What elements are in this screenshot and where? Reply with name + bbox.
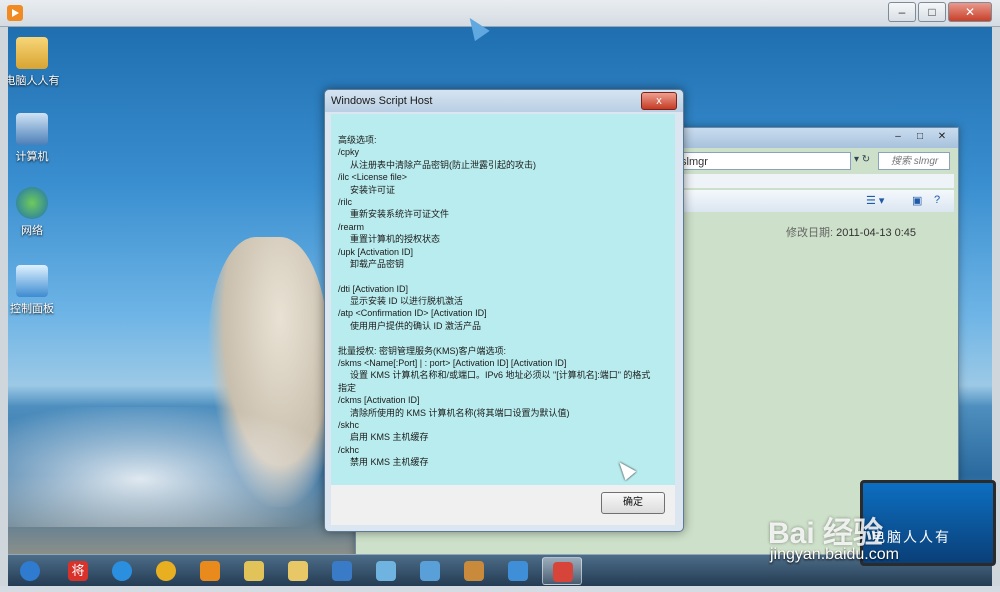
control-panel-icon [16,265,48,297]
taskbar-button[interactable] [102,557,142,585]
computer-icon [16,113,48,145]
dialog-title: Windows Script Host [325,90,683,112]
network-icon [16,187,48,219]
dialog-close-button[interactable]: x [641,92,677,110]
dialog-line: /rilc [338,196,352,207]
desktop-icon-computer[interactable]: 计算机 [8,113,62,164]
pinwheel-app-icon [376,561,396,581]
dialog-line: /skms <Name[:Port] | : port> [Activation… [338,358,567,369]
internet-explorer-icon [112,561,132,581]
file-modified-date: 修改日期: 2011-04-13 0:45 [786,224,916,240]
dialog-line: 启用 KMS 主机缓存 [350,432,429,443]
taskbar-button[interactable] [278,557,318,585]
taskbar-button[interactable] [322,557,362,585]
desktop-icon-label: 网络 [21,225,43,237]
taskbar-button[interactable] [542,557,582,585]
dialog-line: /rearm [338,221,365,232]
taskbar-button[interactable]: 将 [58,557,98,585]
preview-pane-icon[interactable]: ▣ [912,194,922,207]
desktop-icon-label: 电脑人人有 [8,75,60,87]
minimize-button[interactable]: – [888,2,916,22]
view-options-icon[interactable]: ☰ ▾ [866,194,884,207]
search-app-icon [332,561,352,581]
start-orb-icon [20,561,40,581]
player-title-bar: – □ ✕ [0,0,1000,27]
chrome-icon [156,561,176,581]
dialog-line: /cpky [338,147,360,158]
taskbar-button[interactable] [190,557,230,585]
script-host-icon [553,562,573,582]
dialog-line: /atp <Confirmation ID> [Activation ID] [338,308,487,319]
date-value: 2011-04-13 0:45 [836,227,917,239]
player-app-icon [7,5,23,21]
dialog-message-area: 高级选项: /cpky 从注册表中清除产品密钥(防止泄露引起的攻击) /ilc <Li… [331,114,675,485]
dialog-line [338,332,668,344]
player-window-controls: – □ ✕ [888,2,992,22]
app-jiang-icon: 将 [68,561,88,581]
explorer-address-bar[interactable]: slmgr [676,152,851,170]
dialog-line: 指定 [338,382,357,393]
dialog-line: 使用用户提供的确认 ID 激活产品 [350,320,482,331]
dialog-line: 高级选项: [338,135,377,145]
taskbar-button[interactable] [10,557,50,585]
desktop-icon-control-panel[interactable]: 控制面板 [8,265,62,316]
remote-desktop-icon [420,561,440,581]
folder-icon [16,37,48,69]
dialog-line: 从注册表中清除产品密钥(防止泄露引起的攻击) [350,159,536,170]
maximize-button[interactable]: □ [918,2,946,22]
taskbar-button[interactable] [410,557,450,585]
taskbar-button[interactable] [146,557,186,585]
baidu-url-text: jingyan.baidu.com [770,546,899,563]
taskbar-button[interactable] [234,557,274,585]
taskbar-button[interactable] [366,557,406,585]
dialog-line: /upk [Activation ID] [338,246,414,257]
dialog-line [338,270,668,282]
desktop-icon-folder[interactable]: 电脑人人有 [8,37,62,88]
explorer-search-input[interactable]: 搜索 slmgr [878,152,950,170]
taskbar-button[interactable] [498,557,538,585]
dialog-message-text: 高级选项: /cpky 从注册表中清除产品密钥(防止泄露引起的攻击) /ilc <Li… [338,134,668,469]
dialog-line: /ckms [Activation ID] [338,395,420,406]
dialog-line: 重置计算机的授权状态 [350,234,441,245]
help-icon[interactable]: ? [934,194,940,206]
wallpaper-water-splash [8,407,338,527]
dialog-line: 重新安装系统许可证文件 [350,209,450,220]
dialog-line: 批量授权: 密钥管理服务(KMS)客户端选项: [338,345,506,356]
explorer-toolbar: ☰ ▾ ▣ ? [676,190,954,212]
dialog-footer: 确定 [331,485,675,525]
dialog-line: /ilc <License file> [338,172,408,183]
folder-icon [288,561,308,581]
desktop-icon-label: 控制面板 [10,303,54,315]
dialog-line: 设置 KMS 计算机名称和/或端口。IPv6 地址必须以 "[计算机名]:端口"… [350,370,651,381]
player-bottom-frame [0,586,1000,592]
explorer-window-controls: – □ ✕ [888,130,952,144]
ok-button[interactable]: 确定 [601,492,665,514]
dialog-line: /dti [Activation ID] [338,283,409,294]
paint-icon [464,561,484,581]
dialog-line: 清除所使用的 KMS 计算机名称(将其端口设置为默认值) [350,407,570,418]
desktop-icon-network[interactable]: 网络 [8,187,62,238]
dialog-line: /ckhc [338,444,360,455]
dialog-line: 显示安装 ID 以进行脱机激活 [350,296,464,307]
refresh-icon[interactable]: ▾ ↻ [854,154,870,165]
explorer-menu-bar [676,174,954,188]
dialog-line: /skhc [338,419,360,430]
date-label: 修改日期: [786,227,834,239]
explorer-close-button[interactable]: ✕ [932,130,952,144]
close-button[interactable]: ✕ [948,2,992,22]
settings-app-icon [508,561,528,581]
explorer-minimize-button[interactable]: – [888,130,908,144]
taskbar-button[interactable] [454,557,494,585]
dialog-line: 安装许可证 [350,184,396,195]
file-explorer-icon [244,561,264,581]
dialog-line: 卸载产品密钥 [350,258,405,269]
media-player-icon [200,561,220,581]
explorer-maximize-button[interactable]: □ [910,130,930,144]
desktop-icon-label: 计算机 [15,151,49,163]
baidu-watermark: 电脑人人有 Bai 经验 jingyan.baidu.com [764,480,1000,580]
